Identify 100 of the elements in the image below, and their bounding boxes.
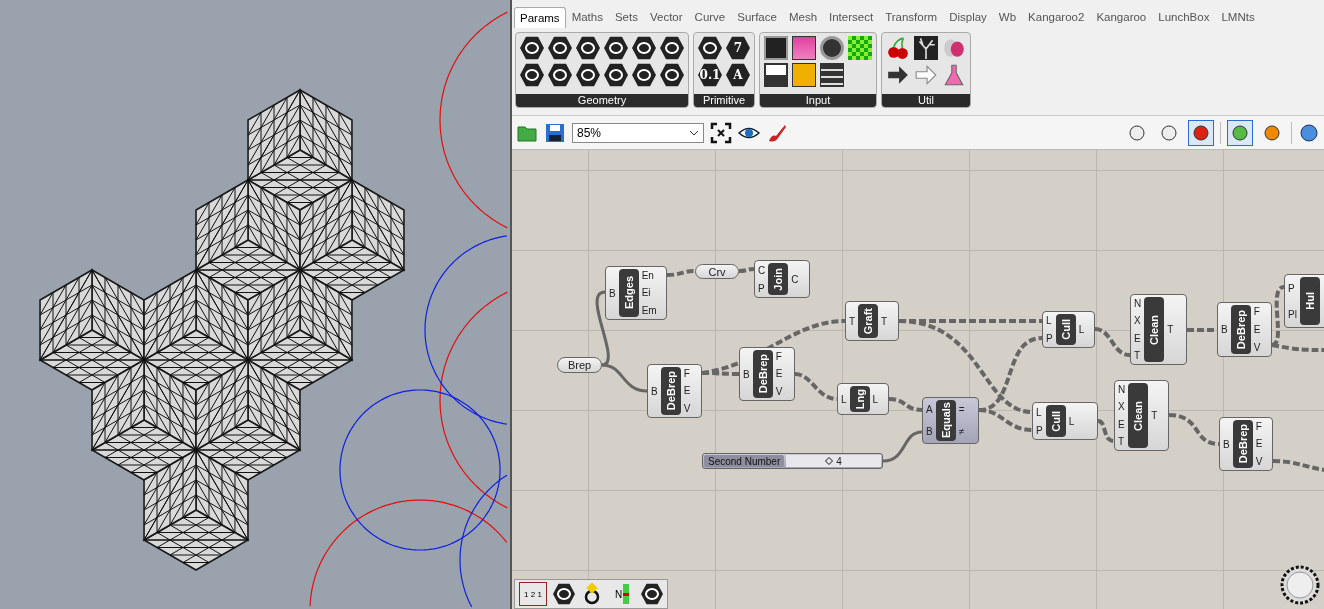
output-label: V	[683, 402, 691, 414]
output-label: V	[1255, 455, 1263, 467]
output-label: E	[775, 368, 783, 380]
ribbon-tab[interactable]: Kangaroo2	[1022, 6, 1091, 28]
display-mode-button[interactable]	[1227, 119, 1253, 146]
output-label: L	[1068, 415, 1075, 427]
node-title: DeBrep	[752, 350, 773, 398]
input-label: T	[1134, 349, 1142, 361]
node-title: Cull	[1045, 405, 1066, 437]
input-label: P	[758, 282, 766, 294]
wire	[1097, 419, 1115, 443]
toggle-icon[interactable]	[764, 63, 788, 87]
flask-icon[interactable]	[942, 63, 966, 87]
group-label: Input	[760, 94, 876, 107]
ribbon-tab[interactable]: Params	[514, 7, 566, 28]
node-label: Brep	[567, 359, 592, 371]
cherry-icon[interactable]	[886, 36, 910, 60]
node-title: Cull	[1055, 314, 1076, 345]
output-label: F	[683, 368, 691, 380]
output-label: V	[1253, 341, 1261, 353]
ribbon-tab[interactable]: Maths	[565, 6, 609, 28]
component-node[interactable]: Crv	[695, 264, 739, 279]
node-title: DeBrep	[660, 367, 681, 415]
node-label: Crv	[708, 265, 726, 278]
input-label: P	[1288, 282, 1296, 294]
ribbon-tab[interactable]: Display	[943, 6, 993, 28]
slider-label: Second Number	[704, 455, 785, 467]
node-title: DeBrep	[1232, 420, 1253, 468]
input-label: L	[841, 393, 847, 405]
output-label: C	[791, 273, 799, 285]
wire	[1094, 327, 1131, 357]
input-label: N	[1134, 298, 1142, 310]
slider-track[interactable]: 4	[786, 455, 881, 467]
graph-icon[interactable]	[792, 63, 816, 87]
pill-icon[interactable]	[942, 36, 966, 60]
ribbon-tab[interactable]: Wb	[992, 6, 1023, 28]
group-label: Util	[882, 94, 970, 107]
frame-icon[interactable]	[710, 121, 732, 144]
navigation-ball-icon[interactable]	[1280, 565, 1320, 605]
swatch-icon[interactable]	[848, 36, 872, 60]
output-label: Ei	[641, 287, 652, 299]
output-label: ≠	[958, 426, 965, 438]
output-label: F	[775, 351, 783, 363]
ribbon-tab[interactable]: Curve	[688, 6, 732, 28]
slider-icon[interactable]	[764, 36, 788, 60]
matrix-icon[interactable]: 1 2 1	[519, 582, 547, 606]
ribbon-tab[interactable]: Intersect	[823, 6, 880, 28]
output-label: L	[872, 393, 879, 405]
save-icon[interactable]	[544, 121, 566, 144]
input-label: T	[849, 315, 856, 327]
output-label: Em	[641, 304, 657, 316]
input-label: B	[926, 426, 933, 438]
input-label: E	[1134, 332, 1142, 344]
node-title: Edges	[618, 269, 639, 317]
ribbon-tab[interactable]: Sets	[608, 6, 644, 28]
input-label: Pl	[1288, 308, 1297, 320]
input-label: P	[1036, 424, 1043, 436]
wire	[882, 430, 923, 463]
node-title: Graft	[858, 304, 879, 338]
tree-icon[interactable]	[914, 36, 938, 60]
wire	[1168, 413, 1220, 446]
zoom-field[interactable]: 85%	[572, 122, 704, 143]
ribbon-tab[interactable]: Surface	[731, 6, 783, 28]
component-node[interactable]: P Pl Hul	[1284, 274, 1324, 328]
component-node[interactable]: L Lng L	[837, 383, 889, 415]
output-label: E	[1253, 324, 1261, 335]
output-label: V	[775, 385, 783, 397]
input-label: B	[1221, 324, 1228, 335]
ribbon-tab[interactable]: Transform	[879, 6, 944, 28]
sphere-icon[interactable]	[1298, 121, 1320, 144]
wire	[1187, 328, 1217, 332]
ribbon-tab[interactable]: LMNts	[1215, 6, 1261, 28]
output-label: En	[641, 270, 655, 282]
input-label: L	[1036, 406, 1043, 418]
input-label: X	[1118, 401, 1126, 413]
node-title: Join	[768, 263, 789, 295]
input-label: X	[1134, 315, 1142, 327]
input-label: B	[743, 368, 750, 380]
preview-mode-button[interactable]	[1188, 119, 1214, 146]
group-label: Primitive	[694, 94, 754, 107]
node-title: DeBrep	[1230, 305, 1251, 354]
input-label: B	[651, 385, 658, 397]
component-node[interactable]: Second Number 4	[702, 453, 883, 469]
input-label: P	[1046, 332, 1053, 344]
button-icon[interactable]	[820, 36, 844, 60]
input-label: B	[609, 287, 616, 299]
component-node[interactable]: Brep	[557, 357, 602, 373]
component-node[interactable]: T Graft T	[845, 301, 899, 341]
ribbon-tab[interactable]: Kangaroo	[1090, 6, 1153, 28]
ribbon-tab[interactable]: LunchBox	[1152, 6, 1216, 28]
ribbon-tab[interactable]: Vector	[643, 6, 689, 28]
output-label: F	[1255, 421, 1263, 433]
input-label: E	[1118, 418, 1126, 430]
gradient-icon[interactable]	[792, 36, 816, 60]
input-label: C	[758, 264, 766, 276]
node-title: Clean	[1144, 297, 1165, 362]
list-icon[interactable]	[820, 63, 844, 87]
node-title: Equals	[935, 400, 956, 441]
ribbon-tab[interactable]: Mesh	[782, 6, 824, 28]
output-label: L	[1078, 324, 1085, 335]
